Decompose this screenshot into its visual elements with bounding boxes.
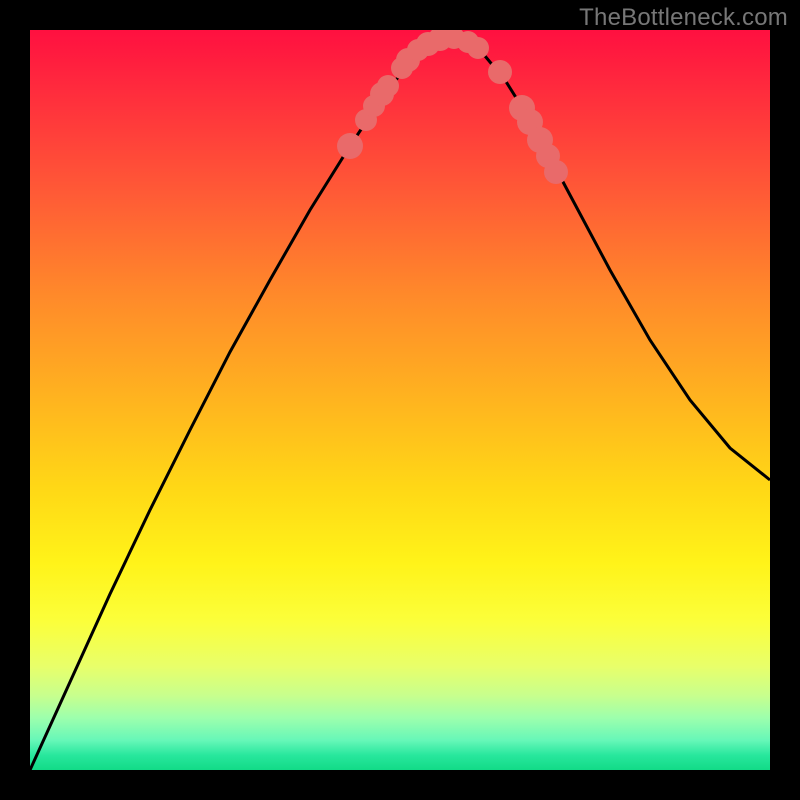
- marker-14: [488, 60, 512, 84]
- marker-19: [544, 160, 568, 184]
- marker-layer: [337, 30, 568, 184]
- marker-5: [377, 75, 399, 97]
- marker-1: [337, 133, 363, 159]
- watermark-text: TheBottleneck.com: [579, 4, 788, 32]
- marker-13: [467, 37, 489, 59]
- curve-svg: [30, 30, 770, 770]
- plot-area: [30, 30, 770, 770]
- bottleneck-curve: [30, 38, 770, 770]
- chart-frame: TheBottleneck.com: [0, 0, 800, 800]
